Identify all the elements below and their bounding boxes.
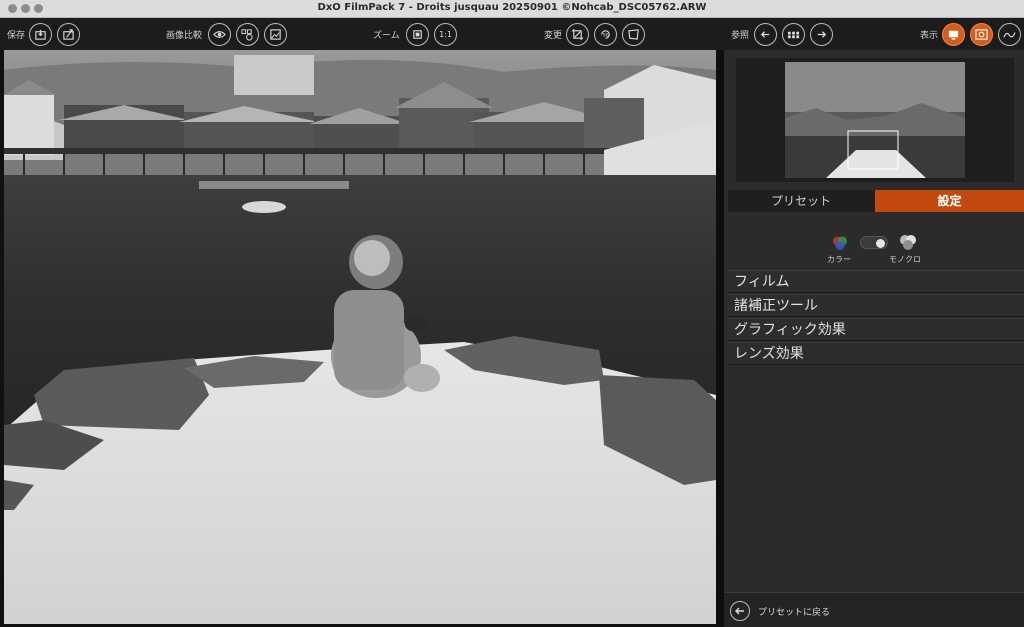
toggle-knob xyxy=(876,238,885,248)
before-after-icon xyxy=(270,29,281,40)
save-label: 保存 xyxy=(7,31,26,41)
histogram-button[interactable] xyxy=(998,23,1021,46)
color-mode-icon[interactable] xyxy=(831,234,849,252)
section-film[interactable]: フィルム xyxy=(728,270,1024,293)
rotate-button[interactable]: 90 xyxy=(594,23,617,46)
panel-footer: プリセットに戻る xyxy=(724,592,1024,627)
section-corrections-label: 諸補正ツール xyxy=(734,298,818,314)
eye-icon xyxy=(213,31,226,38)
color-mono-toggle[interactable] xyxy=(860,236,888,249)
arrow-left-icon xyxy=(760,31,770,38)
settings-panel: プリセット 設定 カラー モノクロ フィルム 諸補正ツール グラフィック効果 レ… xyxy=(724,50,1024,627)
waveform-icon xyxy=(1003,32,1016,38)
tab-settings[interactable]: 設定 xyxy=(875,190,1024,212)
compare-eye-button[interactable] xyxy=(208,23,231,46)
zoom-label: ズーム xyxy=(373,31,400,41)
zoom-1to1-label: 1:1 xyxy=(439,30,452,39)
back-to-presets-label[interactable]: プリセットに戻る xyxy=(758,605,830,618)
section-corrections[interactable]: 諸補正ツール xyxy=(728,294,1024,317)
rotate-90-icon: 90 xyxy=(601,30,610,39)
monochrome-mode-icon[interactable] xyxy=(898,232,918,252)
navigator-preview[interactable] xyxy=(736,58,1014,182)
grid-icon xyxy=(787,31,800,39)
perspective-button[interactable] xyxy=(622,23,645,46)
arrow-right-icon xyxy=(817,31,827,38)
filmstrip-button[interactable] xyxy=(782,23,805,46)
color-mode-label: カラー xyxy=(827,255,851,264)
mono-mode-label: モノクロ xyxy=(889,255,921,264)
section-lens-effects[interactable]: レンズ効果 xyxy=(728,342,1024,365)
panel-tabs: プリセット 設定 xyxy=(728,190,1024,212)
loupe-button[interactable] xyxy=(970,23,993,46)
before-after-button[interactable] xyxy=(264,23,287,46)
export-icon xyxy=(63,29,74,40)
split-compare-button[interactable] xyxy=(236,23,259,46)
save-button[interactable] xyxy=(29,23,52,46)
section-film-label: フィルム xyxy=(734,274,790,290)
tab-presets[interactable]: プリセット xyxy=(728,190,874,212)
fit-icon xyxy=(413,30,422,39)
browse-label: 参照 xyxy=(731,31,750,41)
export-button[interactable] xyxy=(57,23,80,46)
color-mode-switch: カラー モノクロ xyxy=(724,220,1024,268)
window-title: DxO FilmPack 7 - Droits jusquau 20250901… xyxy=(317,2,707,13)
section-lens-effects-label: レンズ効果 xyxy=(734,346,804,362)
section-graphic-effects-label: グラフィック効果 xyxy=(734,322,846,338)
loupe-icon xyxy=(975,29,988,40)
display-label: 表示 xyxy=(920,31,939,41)
main-photo[interactable] xyxy=(4,50,716,624)
transform-label: 変更 xyxy=(544,31,563,41)
arrow-left-icon xyxy=(735,607,744,615)
svg-text:90: 90 xyxy=(603,32,609,38)
split-compare-icon xyxy=(241,29,253,41)
previous-image-button[interactable] xyxy=(754,23,777,46)
save-icon xyxy=(35,29,46,40)
perspective-icon xyxy=(628,29,639,40)
zoom-fit-button[interactable] xyxy=(406,23,429,46)
display-screen-icon xyxy=(948,30,959,40)
crop-icon xyxy=(571,28,584,41)
compare-label: 画像比較 xyxy=(166,31,203,41)
zoom-1to1-button[interactable]: 1:1 xyxy=(434,23,457,46)
window-titlebar: DxO FilmPack 7 - Droits jusquau 20250901… xyxy=(0,0,1024,18)
next-image-button[interactable] xyxy=(810,23,833,46)
panel-divider[interactable] xyxy=(716,50,724,627)
display-screen-button[interactable] xyxy=(942,23,965,46)
tab-settings-label: 設定 xyxy=(937,194,962,208)
image-viewer[interactable] xyxy=(0,50,720,627)
main-toolbar: 保存 画像比較 ズーム 1:1 変更 90 参照 表示 xyxy=(0,18,1024,50)
crop-button[interactable] xyxy=(566,23,589,46)
section-graphic-effects[interactable]: グラフィック効果 xyxy=(728,318,1024,341)
back-to-presets-button[interactable] xyxy=(730,601,750,621)
tab-presets-label: プリセット xyxy=(770,194,831,208)
